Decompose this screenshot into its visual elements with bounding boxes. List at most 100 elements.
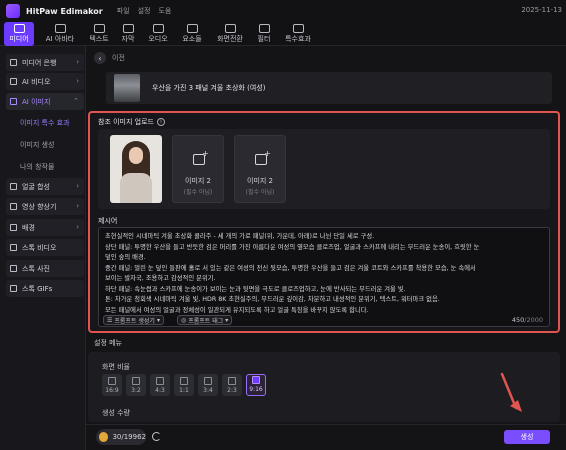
- menu-file[interactable]: 파일: [117, 6, 130, 16]
- tab-filter[interactable]: 필터: [254, 22, 274, 46]
- prompt-textarea[interactable]: 초현실적인 시네마틱 겨울 초상화 콜라주 - 세 개의 가로 패널(위, 가운…: [98, 227, 550, 327]
- ratio-icon: [132, 377, 140, 385]
- prompt-text: 초현실적인 시네마틱 겨울 초상화 콜라주 - 세 개의 가로 패널(위, 가운…: [105, 232, 545, 316]
- background-icon: [10, 224, 17, 231]
- sidebar-item-label: AI 비디오: [22, 77, 51, 86]
- prompt-generator-label: 프롬프트 생성기: [114, 317, 155, 325]
- tab-effects[interactable]: 특수효과: [281, 22, 315, 46]
- sidebar-item-stock-video[interactable]: 스톡 비디오: [6, 239, 84, 256]
- char-count: 450: [511, 316, 525, 324]
- tab-media[interactable]: 미디어: [4, 22, 34, 46]
- ratio-9-16[interactable]: 9:16: [246, 374, 266, 396]
- sidebar-subitem-image-effects[interactable]: 이미지 특수 효과: [20, 118, 70, 128]
- ratio-16-9[interactable]: 16:9: [102, 374, 122, 396]
- chevron-right-icon: ›: [76, 182, 79, 190]
- ratio-3-4[interactable]: 3:4: [198, 374, 218, 396]
- prompt-section-title: 제시어: [98, 217, 118, 225]
- sidebar-item-label: 스톡 비디오: [22, 243, 57, 252]
- prompt-line: 하단 패널: 속눈썹과 스카프에 눈송이가 보이는 눈과 뒷면을 극도로 클로즈…: [105, 285, 406, 293]
- sidebar-item-label: 스톡 GIFs: [22, 284, 53, 293]
- sidebar-item-label: 얼굴 합성: [22, 182, 50, 191]
- ratio-label: 1:1: [179, 387, 189, 394]
- chevron-left-icon: ‹: [98, 53, 102, 63]
- tab-audio-label: 오디오: [148, 35, 168, 43]
- ratio-2-3[interactable]: 2:3: [222, 374, 242, 396]
- prompt-line: 보이는 발자국, 조용하고 감성적인 분위기.: [105, 275, 216, 282]
- chevron-right-icon: ›: [76, 58, 79, 66]
- sidebar-item-stock-gifs[interactable]: 스톡 GIFs: [6, 280, 84, 297]
- image-slot-3[interactable]: 이미지 2 (필수 아님): [234, 135, 286, 203]
- subtitle-icon: [122, 24, 134, 33]
- menu-help[interactable]: 도움: [158, 6, 171, 16]
- refresh-icon[interactable]: [152, 432, 161, 441]
- portrait-face: [129, 147, 143, 164]
- aspect-ratio-title: 화면 비율: [102, 363, 130, 371]
- prompt-line: 톤: 차가운 청회색 시네마틱 겨울 빛, HDR 8K 초현실주의, 부드러운…: [105, 296, 440, 303]
- upload-section-title: 참조 이미지 업로드 i: [98, 117, 165, 127]
- image-slot-label: 이미지 2: [185, 177, 211, 185]
- sidebar-item-video-enhancer[interactable]: 영상 향상기 ›: [6, 198, 84, 215]
- tab-transition[interactable]: 화면전환: [213, 22, 247, 46]
- sidebar-subitem-image-generate[interactable]: 이미지 생성: [20, 140, 54, 150]
- tab-ai-avatar[interactable]: AI 아바타: [40, 22, 80, 46]
- stock-photo-icon: [10, 265, 17, 272]
- generate-button[interactable]: 생성: [504, 430, 550, 444]
- prompt-line: 초현실적인 시네마틱 겨울 초상화 콜라주 - 세 개의 가로 패널(위, 가운…: [105, 233, 375, 240]
- ratio-1-1[interactable]: 1:1: [174, 374, 194, 396]
- sidebar-item-ai-video[interactable]: AI 비디오 ›: [6, 73, 84, 90]
- prompt-line: 상단 패널: 투명한 우산을 들고 반듯한 검은 머리를 가진 아름다운 여성의…: [105, 243, 480, 251]
- ratio-icon: [204, 377, 212, 385]
- tab-audio[interactable]: 오디오: [145, 22, 171, 46]
- tab-ai-avatar-label: AI 아바타: [45, 35, 75, 43]
- ratio-label: 16:9: [105, 387, 119, 394]
- upload-area: 이미지 2 (필수 아님) 이미지 2 (필수 아님): [98, 129, 550, 209]
- face-swap-icon: [10, 183, 17, 190]
- template-title: 우산을 가진 3 패널 겨울 초상화 (여성): [152, 84, 266, 92]
- sidebar: 미디어 은행 › AI 비디오 › AI 이미지 ⌃ 이미지 특수 효과 이미지…: [0, 46, 86, 450]
- add-image-icon: [193, 149, 209, 165]
- tab-subtitle[interactable]: 자막: [117, 22, 139, 46]
- info-icon[interactable]: i: [156, 118, 165, 126]
- prompt-tag-label: 프롬프트 태그: [188, 317, 224, 325]
- sidebar-item-media-bank[interactable]: 미디어 은행 ›: [6, 54, 84, 71]
- sidebar-item-face-swap[interactable]: 얼굴 합성 ›: [6, 178, 84, 195]
- sidebar-item-background[interactable]: 배경 ›: [6, 219, 84, 236]
- image-slot-2[interactable]: 이미지 2 (필수 아님): [172, 135, 224, 203]
- ratio-icon: [180, 377, 188, 385]
- tab-text-label: 텍스트: [89, 35, 109, 43]
- ratio-4-3[interactable]: 4:3: [150, 374, 170, 396]
- video-enhancer-icon: [10, 203, 17, 210]
- coin-icon: [99, 432, 109, 442]
- sidebar-item-stock-photo[interactable]: 스톡 사진: [6, 260, 84, 277]
- prompt-generator-button[interactable]: ☰ 프롬프트 생성기 ▾: [103, 315, 164, 325]
- menu-settings[interactable]: 설정: [138, 6, 151, 16]
- reference-image-thumbnail[interactable]: [110, 135, 162, 203]
- prompt-tag-button[interactable]: ◎ 프롬프트 태그 ▾: [177, 315, 233, 325]
- sidebar-subitem-my-creations[interactable]: 나의 창작물: [20, 162, 54, 172]
- text-icon: [93, 24, 105, 33]
- chevron-right-icon: ›: [76, 202, 79, 210]
- tab-transition-label: 화면전환: [217, 35, 243, 43]
- settings-title: 설정 메뉴: [94, 339, 122, 347]
- ratio-label: 9:16: [249, 386, 263, 393]
- ratio-icon: [156, 377, 164, 385]
- character-counter: 450/2000: [512, 316, 543, 324]
- ai-avatar-icon: [54, 24, 66, 33]
- tab-media-label: 미디어: [9, 35, 29, 43]
- back-button[interactable]: ‹: [94, 52, 106, 64]
- chevron-down-icon: ▾: [225, 316, 229, 324]
- chevron-down-icon: ▾: [156, 316, 160, 324]
- stock-video-icon: [10, 244, 17, 251]
- tab-text[interactable]: 텍스트: [86, 22, 112, 46]
- ratio-3-2[interactable]: 3:2: [126, 374, 146, 396]
- tab-elements[interactable]: 요소들: [178, 22, 206, 46]
- upload-title-text: 참조 이미지 업로드: [98, 118, 154, 126]
- filter-icon: [258, 24, 270, 33]
- prompt-generator-icon: ☰: [107, 316, 113, 324]
- ratio-icon: [252, 376, 260, 384]
- tab-effects-label: 특수효과: [285, 35, 311, 43]
- bottom-bar: 30/19962 생성: [86, 424, 566, 450]
- tab-subtitle-label: 자막: [121, 35, 135, 43]
- sidebar-item-ai-image[interactable]: AI 이미지 ⌃: [6, 93, 84, 110]
- audio-icon: [152, 24, 164, 33]
